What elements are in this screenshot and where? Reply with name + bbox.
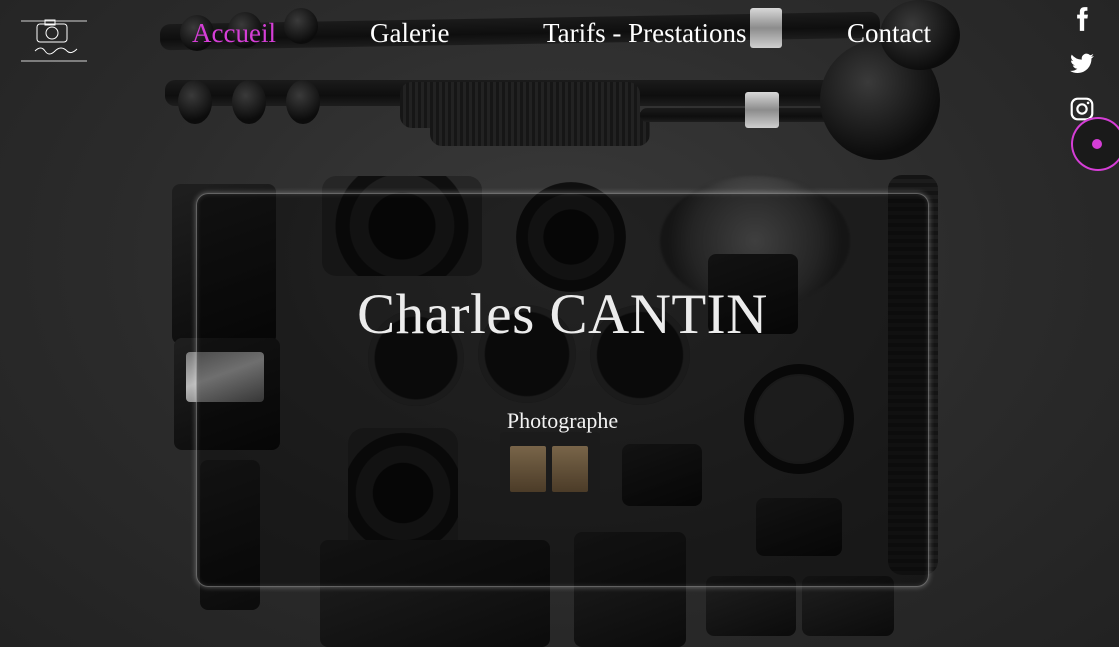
nav-item-tarifs-prestations[interactable]: Tarifs - Prestations — [543, 18, 747, 49]
main-nav: Accueil Galerie Tarifs - Prestations Con… — [0, 18, 1000, 54]
nav-item-contact[interactable]: Contact — [847, 18, 931, 49]
hero-panel: Charles CANTIN Photographe — [196, 193, 929, 587]
hero-title: Charles CANTIN — [357, 283, 768, 346]
accent-dot-icon — [1092, 139, 1102, 149]
nav-item-accueil[interactable]: Accueil — [192, 18, 276, 49]
twitter-icon[interactable] — [1069, 51, 1095, 77]
nav-item-galerie[interactable]: Galerie — [370, 18, 449, 49]
facebook-icon[interactable] — [1069, 6, 1095, 32]
hero-subtitle: Photographe — [506, 408, 619, 433]
accent-dot-button[interactable] — [1071, 117, 1119, 171]
